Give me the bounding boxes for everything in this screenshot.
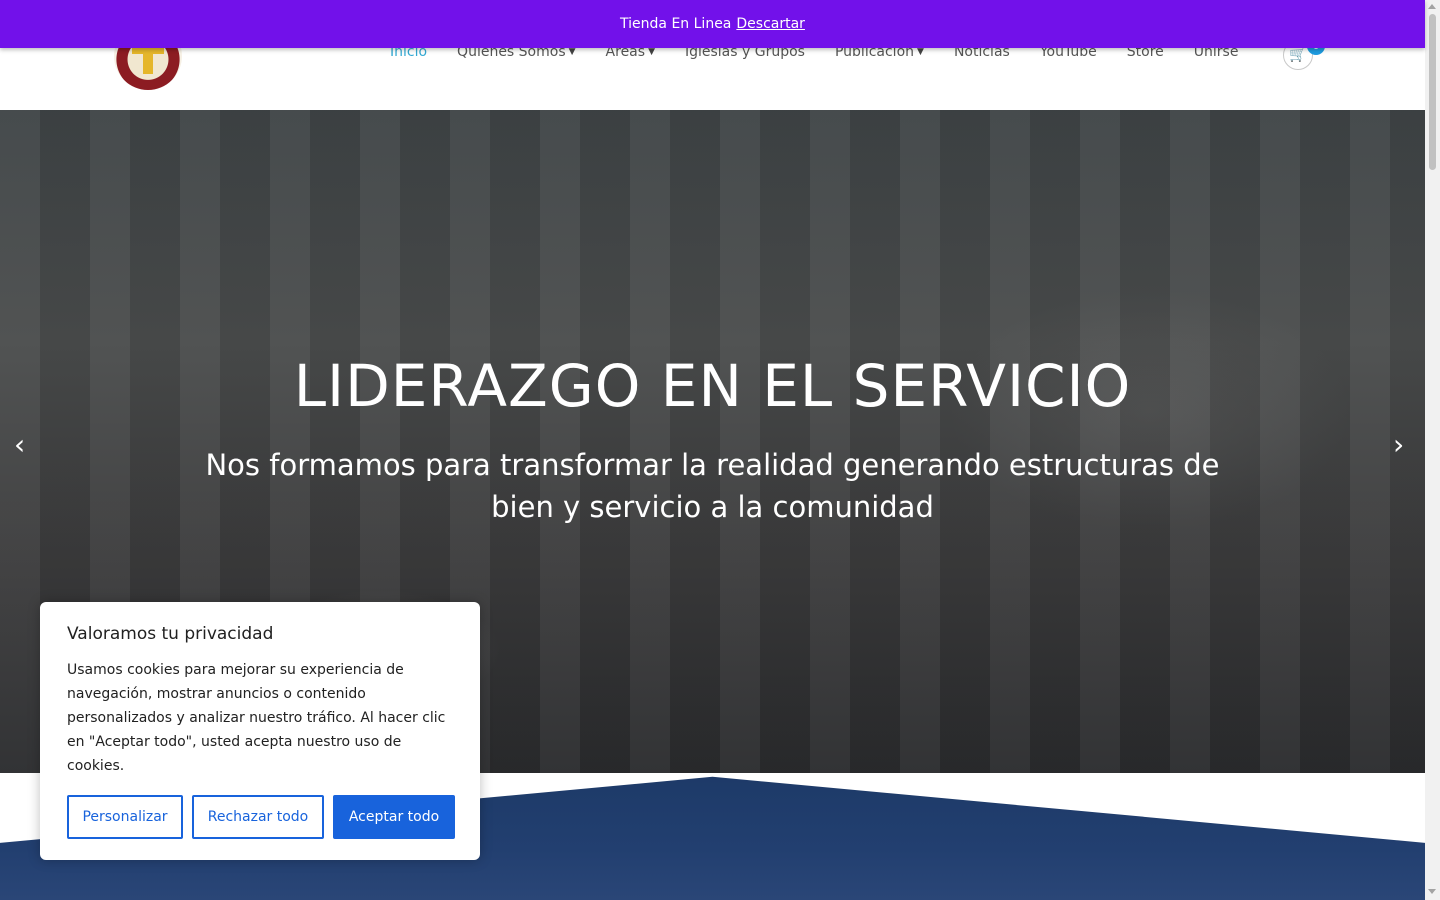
slider-prev-icon[interactable]: ‹ bbox=[14, 428, 25, 461]
promo-text: Tienda En Linea bbox=[620, 16, 732, 32]
page-scrollbar[interactable] bbox=[1425, 0, 1440, 900]
reject-all-button[interactable]: Rechazar todo bbox=[192, 795, 324, 839]
cookie-buttons: Personalizar Rechazar todo Aceptar todo bbox=[67, 795, 455, 839]
promo-bar: Tienda En Linea Descartar bbox=[0, 0, 1425, 48]
hero-subtitle: Nos formamos para transformar la realida… bbox=[205, 448, 1220, 524]
chevron-down-icon: ▼ bbox=[648, 47, 655, 57]
chevron-down-icon: ▼ bbox=[917, 47, 924, 57]
dismiss-link[interactable]: Descartar bbox=[736, 16, 805, 32]
chevron-down-icon: ▼ bbox=[568, 47, 576, 57]
scroll-down-icon[interactable] bbox=[1428, 889, 1436, 894]
scroll-up-icon[interactable] bbox=[1428, 4, 1436, 9]
customize-button[interactable]: Personalizar bbox=[67, 795, 183, 839]
hero-title: LIDERAZGO EN EL SERVICIO bbox=[293, 352, 1132, 420]
accept-all-button[interactable]: Aceptar todo bbox=[333, 795, 455, 839]
cookie-title: Valoramos tu privacidad bbox=[67, 624, 274, 644]
scroll-thumb[interactable] bbox=[1429, 14, 1436, 170]
cookie-consent-banner: Valoramos tu privacidad Usamos cookies p… bbox=[40, 602, 480, 860]
slider-next-icon[interactable]: › bbox=[1393, 428, 1404, 461]
cookie-text: Usamos cookies para mejorar su experienc… bbox=[67, 662, 446, 774]
